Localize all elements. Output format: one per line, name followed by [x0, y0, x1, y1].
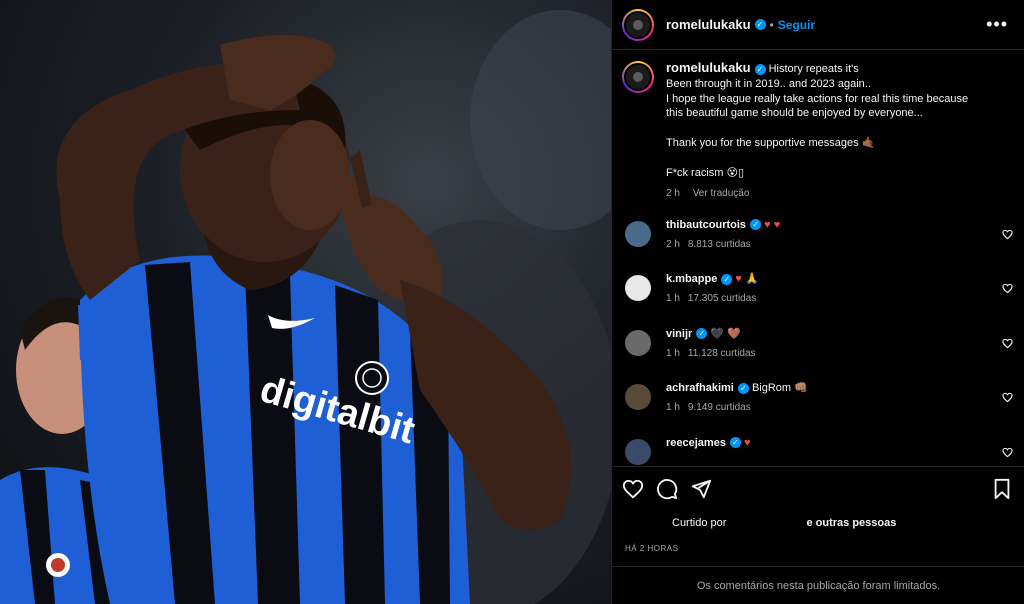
- comment-text: ♥: [744, 436, 751, 449]
- commenter-username[interactable]: thibautcourtois: [666, 219, 746, 231]
- commenter-avatar[interactable]: [625, 220, 651, 247]
- comments-limited-notice: Os comentários nesta publicação foram li…: [612, 566, 1024, 604]
- author-avatar[interactable]: [622, 8, 654, 41]
- share-send-icon[interactable]: [690, 478, 712, 500]
- liked-by-summary[interactable]: Curtido por e outras pessoas: [612, 517, 1024, 529]
- post-actions: Curtido por e outras pessoas HÁ 2 HORAS: [612, 466, 1024, 553]
- commenter-avatar[interactable]: [625, 384, 651, 411]
- commenter-username[interactable]: vinijr: [666, 328, 692, 340]
- comment-row: reecejames ✓ ♥: [612, 436, 1024, 466]
- commenter-avatar[interactable]: [625, 275, 651, 302]
- liked-by-others[interactable]: e outras pessoas: [806, 517, 896, 529]
- follow-button[interactable]: Seguir: [778, 18, 815, 32]
- save-bookmark-icon[interactable]: [991, 478, 1013, 500]
- commenter-username[interactable]: k.mbappe: [666, 273, 717, 285]
- commenter-username[interactable]: achrafhakimi: [666, 382, 734, 394]
- comment-likes-count[interactable]: 9.149 curtidas: [688, 402, 751, 413]
- verified-badge-icon: ✓: [737, 382, 749, 394]
- comment-row: vinijr ✓ 🖤 🤎 1 h 11.128 curtidas: [612, 327, 1024, 382]
- post-caption: romelulukaku ✓ History repeats it's Been …: [612, 51, 1024, 202]
- comment-time: 1 h: [666, 402, 680, 414]
- caption-line: F*ck racism 😵▯: [666, 166, 745, 179]
- comment-row: k.mbappe ✓ ♥ 🙏 1 h 17.305 curtidas: [612, 272, 1024, 327]
- comment-text: BigRom 👊🏽: [751, 382, 808, 395]
- verified-badge-icon: ✓: [696, 328, 708, 340]
- caption-line: History repeats it's: [768, 63, 859, 75]
- comment-time: 2 h: [666, 238, 680, 250]
- comment-like-heart-icon[interactable]: [1002, 447, 1013, 458]
- comment-like-heart-icon[interactable]: [1002, 392, 1013, 403]
- author-username[interactable]: romelulukaku: [666, 17, 751, 32]
- post-timestamp: HÁ 2 HORAS: [625, 544, 679, 553]
- see-translation-link[interactable]: Ver tradução: [693, 188, 750, 199]
- verified-badge-icon: ✓: [754, 19, 766, 30]
- comment-text: ♥ 🙏: [735, 273, 759, 286]
- comment-text: 🖤 🤎: [710, 327, 741, 340]
- comment-likes-count[interactable]: 11.128 curtidas: [688, 348, 756, 359]
- comment-likes-count[interactable]: 17.305 curtidas: [688, 293, 756, 304]
- commenter-username[interactable]: reecejames: [666, 437, 726, 449]
- caption-line: Thank you for the supportive messages 🤙🏾: [666, 137, 876, 150]
- comment-bubble-icon[interactable]: [656, 478, 678, 500]
- comment-like-heart-icon[interactable]: [1002, 229, 1013, 240]
- comment-row: thibautcourtois ✓ ♥ ♥ 2 h 8.813 curtidas: [612, 218, 1024, 273]
- verified-badge-icon: ✓: [754, 63, 766, 75]
- like-heart-icon[interactable]: [622, 478, 644, 500]
- verified-badge-icon: ✓: [721, 273, 733, 285]
- post-side-panel: romelulukaku ✓ • Seguir ••• romelulukaku…: [611, 0, 1024, 604]
- comment-like-heart-icon[interactable]: [1002, 338, 1013, 349]
- comment-text: ♥ ♥: [764, 218, 781, 231]
- comment-likes-count[interactable]: 8.813 curtidas: [688, 239, 751, 250]
- more-options-icon[interactable]: •••: [980, 14, 1014, 35]
- comment-time: 1 h: [666, 347, 680, 359]
- verified-badge-icon: ✓: [729, 437, 741, 449]
- caption-username[interactable]: romelulukaku: [666, 60, 751, 75]
- post-photo-illustration: digitalbit: [0, 10, 611, 604]
- caption-author-avatar[interactable]: [622, 61, 654, 93]
- commenter-avatar[interactable]: [625, 329, 651, 356]
- caption-line: Been through it in 2019.. and 2023 again…: [666, 77, 871, 90]
- comment-row: achrafhakimi ✓ BigRom 👊🏽 1 h 9.149 curtidas: [612, 381, 1024, 436]
- verified-badge-icon: ✓: [750, 219, 762, 231]
- comments-scroll-area[interactable]: romelulukaku ✓ History repeats it's Been …: [612, 51, 1024, 466]
- caption-time: 2 h: [666, 187, 680, 199]
- post-photo[interactable]: digitalbit: [0, 0, 611, 604]
- liked-by-label: Curtido por: [672, 517, 727, 529]
- comment-time: 1 h: [666, 293, 680, 305]
- comment-like-heart-icon[interactable]: [1002, 283, 1013, 294]
- separator-dot: •: [769, 17, 774, 32]
- commenter-avatar[interactable]: [625, 438, 651, 465]
- caption-line: this beautiful game should be enjoyed by…: [666, 107, 923, 120]
- caption-line: I hope the league really take actions fo…: [666, 92, 969, 105]
- post-header: romelulukaku ✓ • Seguir •••: [612, 0, 1024, 50]
